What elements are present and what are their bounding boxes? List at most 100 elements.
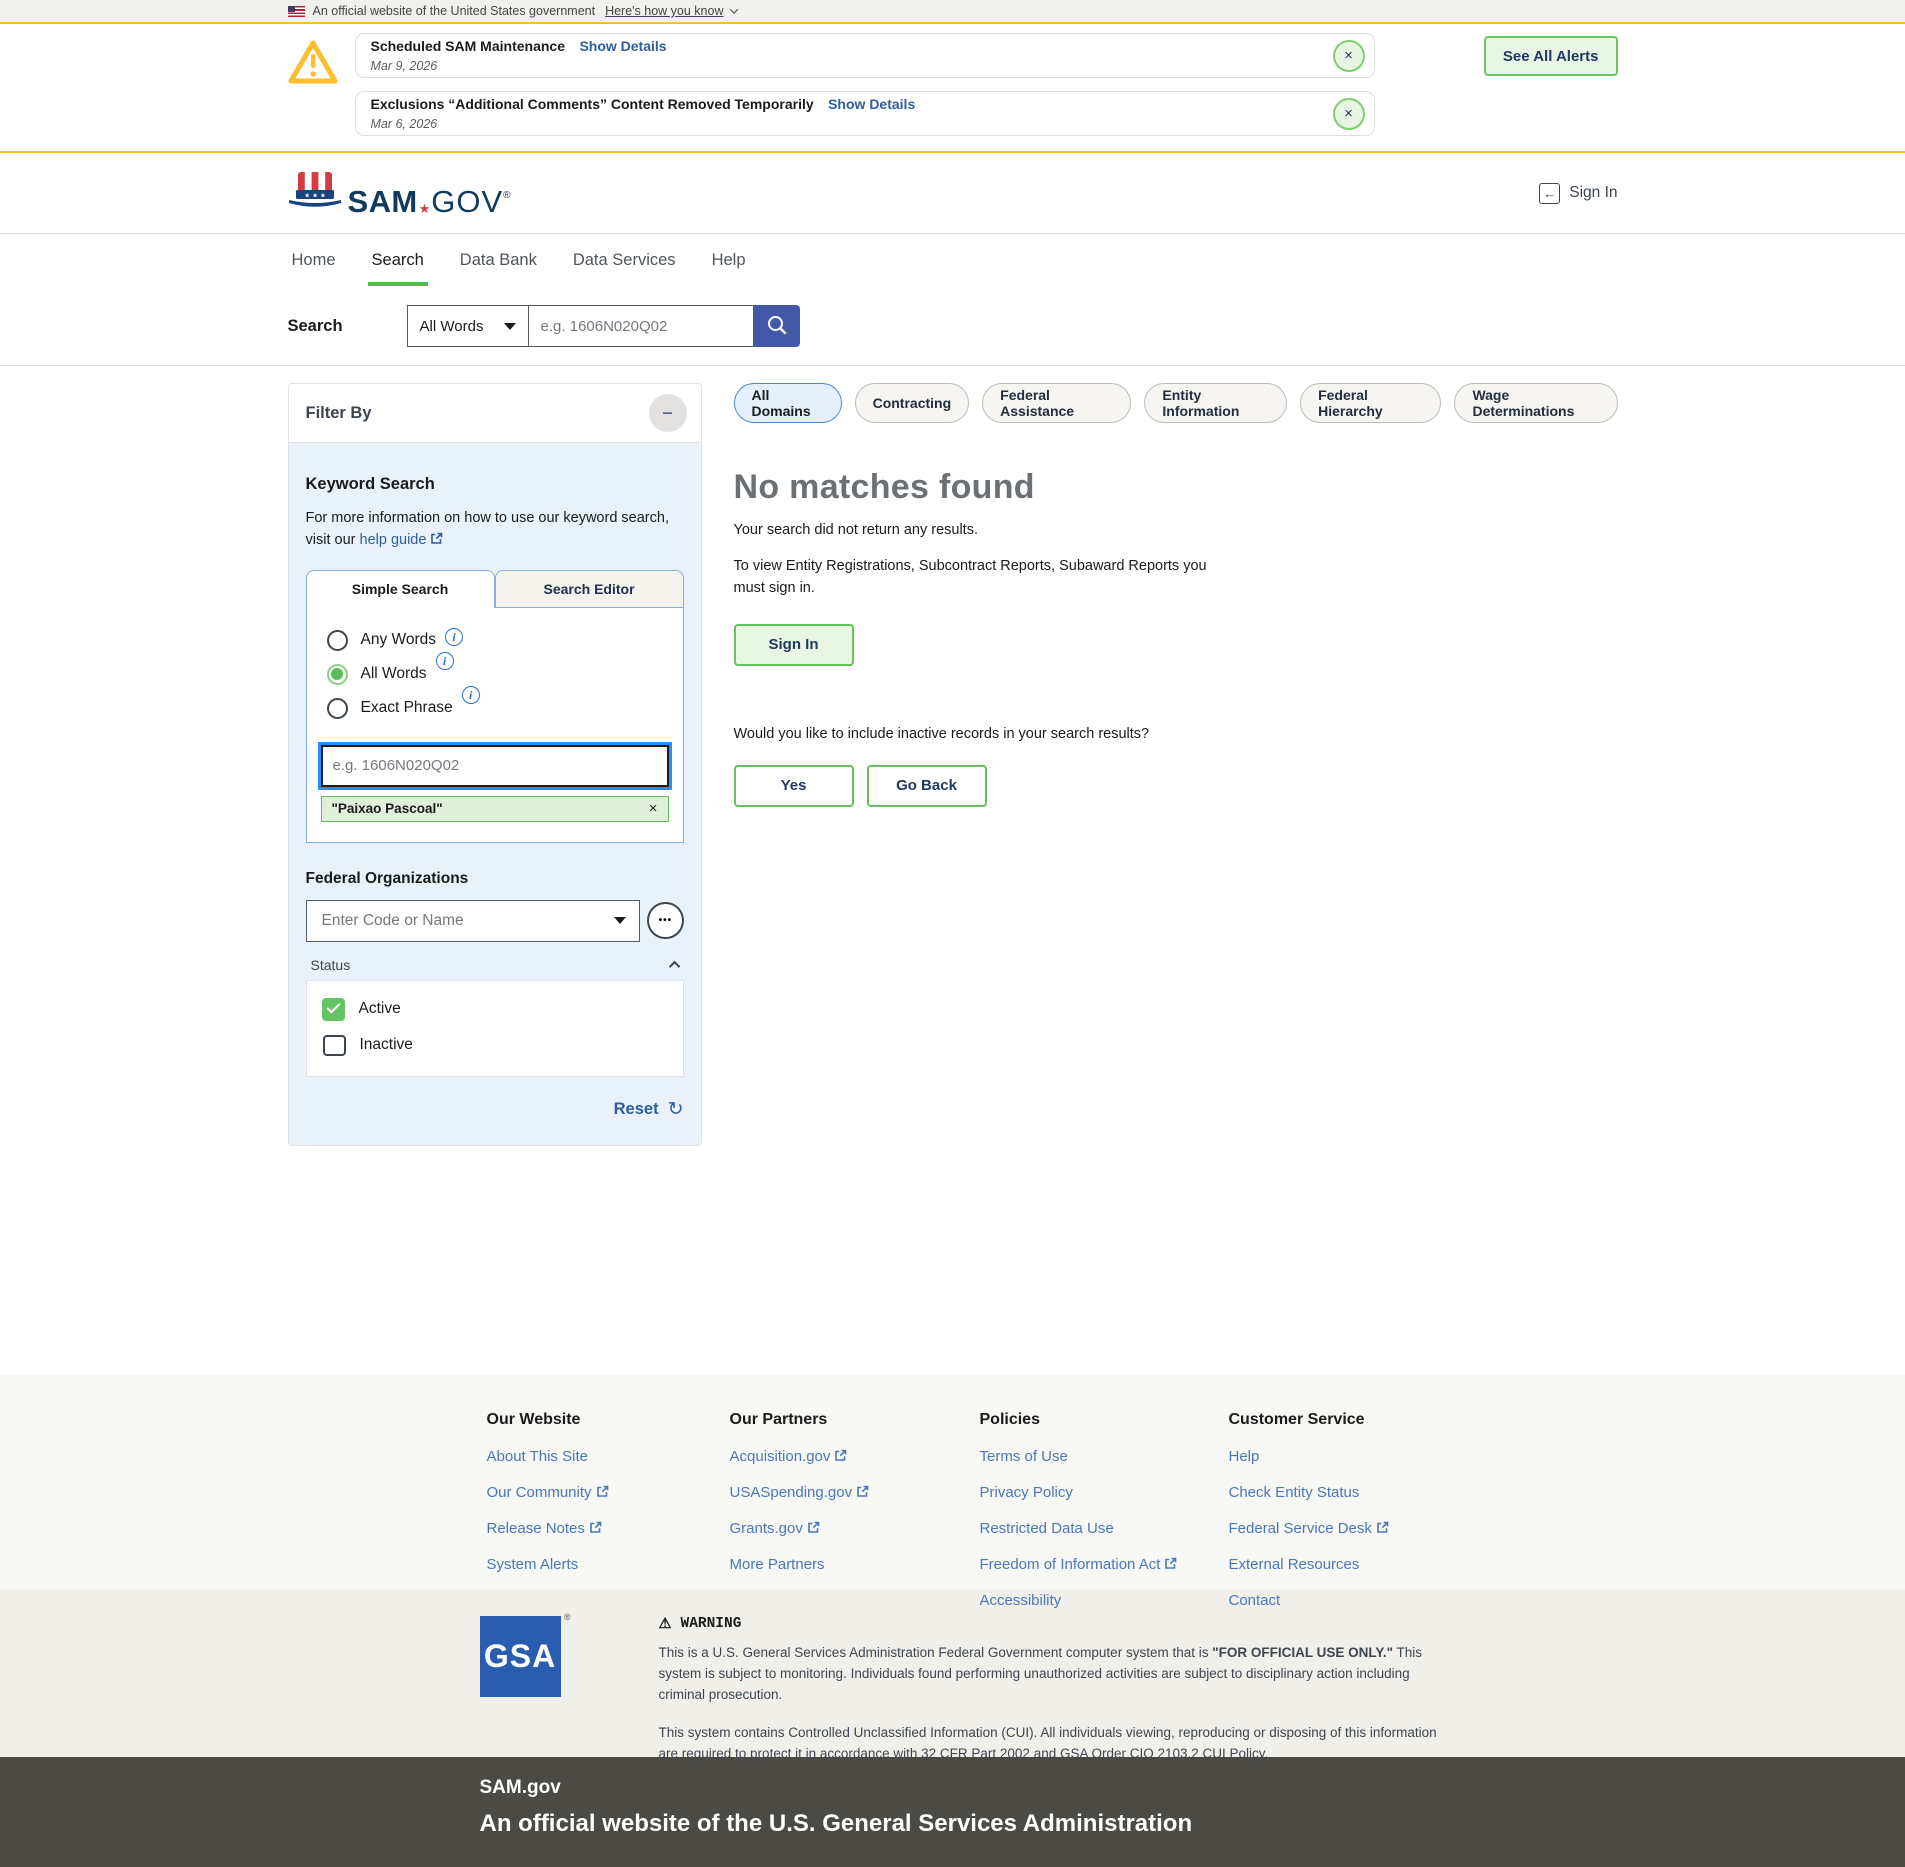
how-you-know-link[interactable]: Here's how you know bbox=[605, 4, 736, 18]
footer-link-terms-of-use[interactable]: Terms of Use bbox=[980, 1448, 1068, 1465]
footer-link-check-entity-status[interactable]: Check Entity Status bbox=[1229, 1484, 1360, 1501]
footer-identity-text: An official website of the U.S. General … bbox=[480, 1810, 1618, 1838]
us-flag-icon bbox=[288, 6, 305, 17]
collapse-filters-button[interactable]: − bbox=[649, 394, 687, 432]
footer-link-release-notes[interactable]: Release Notes bbox=[487, 1520, 602, 1537]
radio-exact-phrase-label: Exact Phrase bbox=[361, 699, 453, 717]
footer-column-heading: Our Website bbox=[487, 1411, 730, 1429]
footer-column-customer-service: Customer Service Help Check Entity Statu… bbox=[1229, 1411, 1479, 1609]
minus-icon: − bbox=[662, 403, 673, 423]
sign-in-notice-text: To view Entity Registrations, Subcontrac… bbox=[734, 556, 1234, 600]
search-input[interactable] bbox=[529, 305, 754, 347]
gov-banner-text: An official website of the United States… bbox=[313, 4, 596, 18]
footer-link-accessibility[interactable]: Accessibility bbox=[980, 1592, 1062, 1609]
footer-link-more-partners[interactable]: More Partners bbox=[730, 1556, 825, 1573]
alert-show-details-link[interactable]: Show Details bbox=[579, 38, 666, 54]
footer-link-restricted-data-use[interactable]: Restricted Data Use bbox=[980, 1520, 1114, 1537]
nav-item-home[interactable]: Home bbox=[288, 234, 340, 286]
keyword-input[interactable] bbox=[321, 745, 669, 787]
help-guide-link[interactable]: help guide bbox=[360, 532, 444, 548]
alert-date: Mar 9, 2026 bbox=[371, 58, 1333, 74]
tab-simple-search[interactable]: Simple Search bbox=[306, 570, 495, 608]
sign-in-link[interactable]: ← Sign In bbox=[1539, 183, 1617, 204]
keyword-chip-label: "Paixao Pascoal" bbox=[332, 801, 443, 816]
close-icon: × bbox=[1344, 47, 1353, 64]
footer-link-about-this-site[interactable]: About This Site bbox=[487, 1448, 588, 1465]
footer-column-heading: Policies bbox=[980, 1411, 1229, 1429]
status-label: Status bbox=[311, 957, 351, 973]
go-back-button[interactable]: Go Back bbox=[867, 765, 987, 807]
yes-button[interactable]: Yes bbox=[734, 765, 854, 807]
tab-search-editor[interactable]: Search Editor bbox=[495, 570, 684, 608]
domain-tab-contracting[interactable]: Contracting bbox=[855, 383, 970, 423]
sign-in-button[interactable]: Sign In bbox=[734, 624, 854, 666]
footer-link-privacy-policy[interactable]: Privacy Policy bbox=[980, 1484, 1073, 1501]
footer-link-usaspending-gov[interactable]: USASpending.gov bbox=[730, 1484, 870, 1501]
nav-item-help[interactable]: Help bbox=[708, 234, 750, 286]
domain-tab-federal-assistance[interactable]: Federal Assistance bbox=[982, 383, 1131, 423]
footer-link-acquisition-gov[interactable]: Acquisition.gov bbox=[730, 1448, 848, 1465]
radio-exact-phrase[interactable] bbox=[327, 698, 348, 719]
chip-remove-icon[interactable]: × bbox=[649, 800, 658, 817]
caret-down-icon bbox=[614, 917, 626, 924]
logo-sam-text: SAM bbox=[348, 186, 418, 217]
info-icon[interactable]: i bbox=[445, 628, 463, 646]
radio-all-words-label: All Words bbox=[361, 665, 427, 683]
nav-item-data-services[interactable]: Data Services bbox=[569, 234, 680, 286]
external-link-icon bbox=[1164, 1557, 1177, 1570]
keyword-search-heading: Keyword Search bbox=[306, 475, 684, 494]
keyword-chip: "Paixao Pascoal" × bbox=[321, 796, 669, 822]
info-icon[interactable]: i bbox=[436, 652, 454, 670]
logo-gov-text: GOV bbox=[431, 186, 503, 217]
footer-column-heading: Customer Service bbox=[1229, 1411, 1479, 1429]
footer-column-policies: Policies Terms of Use Privacy Policy Res… bbox=[980, 1411, 1229, 1609]
radio-any-words[interactable] bbox=[327, 630, 348, 651]
gsa-logo: GSA ® bbox=[480, 1616, 561, 1697]
alert-show-details-link[interactable]: Show Details bbox=[828, 96, 915, 112]
sign-in-arrow-icon: ← bbox=[1539, 183, 1560, 204]
results-area: All Domains Contracting Federal Assistan… bbox=[734, 383, 1618, 807]
footer-link-grants-gov[interactable]: Grants.gov bbox=[730, 1520, 820, 1537]
alert-close-button[interactable]: × bbox=[1333, 40, 1365, 72]
footer-link-federal-service-desk[interactable]: Federal Service Desk bbox=[1229, 1520, 1389, 1537]
domain-tab-entity-information[interactable]: Entity Information bbox=[1144, 383, 1287, 423]
checkbox-inactive[interactable] bbox=[323, 1035, 346, 1056]
footer-link-contact[interactable]: Contact bbox=[1229, 1592, 1281, 1609]
uncle-sam-hat-icon: ★ ★ ★ bbox=[288, 170, 342, 217]
reset-filters-link[interactable]: Reset ↻ bbox=[306, 1098, 684, 1121]
checkbox-active[interactable] bbox=[322, 998, 345, 1021]
inactive-records-question: Would you like to include inactive recor… bbox=[734, 726, 1618, 742]
nav-item-search[interactable]: Search bbox=[368, 234, 428, 286]
alert-card: Scheduled SAM Maintenance Show Details M… bbox=[355, 33, 1375, 78]
domain-tab-wage-determinations[interactable]: Wage Determinations bbox=[1454, 383, 1617, 423]
domain-tab-federal-hierarchy[interactable]: Federal Hierarchy bbox=[1300, 383, 1441, 423]
footer-link-foia[interactable]: Freedom of Information Act bbox=[980, 1556, 1178, 1573]
federal-org-input[interactable] bbox=[320, 911, 600, 931]
search-mode-select[interactable]: All Words bbox=[407, 305, 529, 347]
status-options-box: Active Inactive bbox=[306, 980, 684, 1077]
checkbox-inactive-label: Inactive bbox=[360, 1036, 413, 1054]
alert-close-button[interactable]: × bbox=[1333, 98, 1365, 130]
footer-site-name: SAM.gov bbox=[480, 1777, 1618, 1799]
footer-link-external-resources[interactable]: External Resources bbox=[1229, 1556, 1360, 1573]
filter-panel-title: Filter By bbox=[306, 404, 372, 423]
no-results-text: Your search did not return any results. bbox=[734, 522, 1618, 538]
domain-tab-all-domains[interactable]: All Domains bbox=[734, 383, 842, 423]
radio-all-words[interactable] bbox=[327, 664, 348, 685]
status-accordion-toggle[interactable]: Status bbox=[311, 957, 680, 973]
warning-paragraph-2: This system contains Controlled Unclassi… bbox=[659, 1723, 1449, 1765]
footer-link-system-alerts[interactable]: System Alerts bbox=[487, 1556, 579, 1573]
see-all-alerts-button[interactable]: See All Alerts bbox=[1484, 36, 1618, 76]
alert-card: Exclusions “Additional Comments” Content… bbox=[355, 91, 1375, 136]
more-options-button[interactable]: ••• bbox=[647, 902, 683, 939]
external-link-icon bbox=[807, 1521, 820, 1534]
info-icon[interactable]: i bbox=[462, 686, 480, 704]
federal-org-combobox[interactable] bbox=[306, 900, 641, 942]
external-link-icon bbox=[430, 532, 443, 545]
footer-link-our-community[interactable]: Our Community bbox=[487, 1484, 609, 1501]
search-submit-button[interactable] bbox=[754, 305, 800, 347]
footer-column-heading: Our Partners bbox=[730, 1411, 980, 1429]
footer-link-help[interactable]: Help bbox=[1229, 1448, 1260, 1465]
sam-gov-logo[interactable]: ★ ★ ★ SAM ★ GOV ® bbox=[288, 170, 511, 217]
nav-item-data-bank[interactable]: Data Bank bbox=[456, 234, 541, 286]
